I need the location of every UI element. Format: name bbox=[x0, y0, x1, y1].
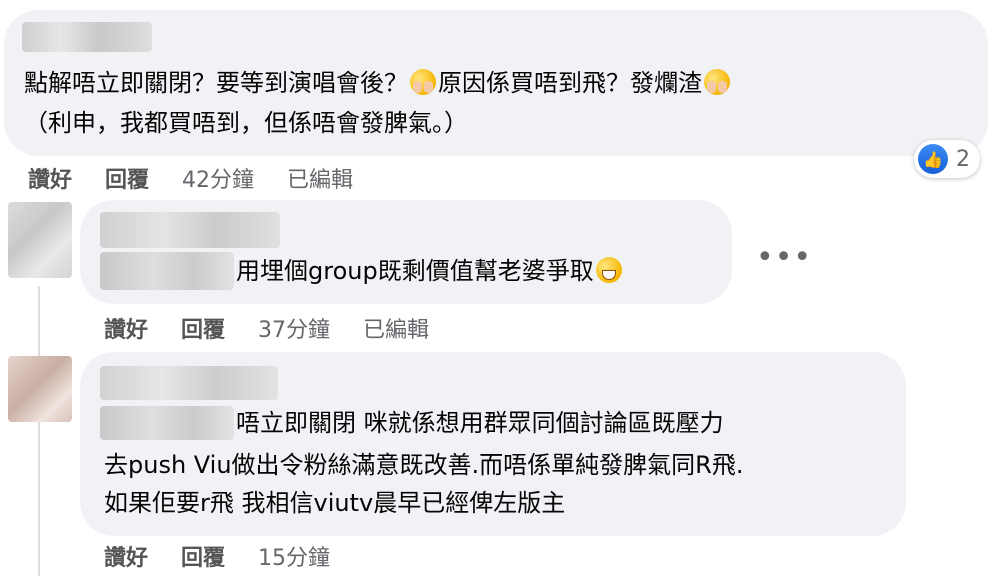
comment-3-text-line3: 如果佢要r飛 我相信viutv晨早已經俾左版主 bbox=[104, 489, 566, 517]
avatar[interactable] bbox=[8, 202, 72, 278]
comment-2-text-line1: 用埋個group既剩價值幫老婆爭取 bbox=[236, 252, 624, 290]
comment-3-actions: 讚好 回覆 15分鐘 bbox=[104, 540, 356, 572]
reply-button[interactable]: 回覆 bbox=[181, 318, 225, 343]
author-name-redacted[interactable] bbox=[100, 366, 278, 400]
comment-3-text-line1: 唔立即關閉 咪就係想用群眾同個討論區既壓力 bbox=[236, 409, 724, 437]
shy-emoji-icon bbox=[704, 69, 730, 95]
like-button[interactable]: 讚好 bbox=[28, 168, 72, 193]
reaction-count: 2 bbox=[956, 146, 970, 172]
author-name-redacted[interactable] bbox=[100, 212, 280, 248]
edited-label: 已編輯 bbox=[287, 168, 354, 193]
reaction-summary[interactable]: 👍 2 bbox=[914, 140, 980, 178]
comment-1-actions: 讚好 回覆 42分鐘 已編輯 bbox=[28, 162, 379, 194]
mention-redacted[interactable] bbox=[100, 406, 234, 440]
thumbs-up-icon: 👍 bbox=[918, 144, 948, 174]
mention-redacted[interactable] bbox=[100, 252, 234, 290]
comment-2-text: 用埋個group既剩價值幫老婆爭取 bbox=[236, 257, 594, 285]
comment-3-text-line2: 去push Viu做出令粉絲滿意既改善.而唔係單純發脾氣同R飛. bbox=[104, 451, 744, 479]
more-options-icon[interactable]: ••• bbox=[756, 240, 812, 275]
edited-label: 已編輯 bbox=[363, 318, 430, 343]
timestamp[interactable]: 37分鐘 bbox=[258, 318, 330, 343]
reply-button[interactable]: 回覆 bbox=[105, 168, 149, 193]
tears-of-joy-emoji-icon bbox=[595, 257, 622, 283]
comment-1-text-b: 原因係買唔到飛？發爛渣 bbox=[438, 69, 702, 97]
thread-line bbox=[38, 286, 40, 576]
comment-1-text-a: 點解唔立即關閉？要等到演唱會後？ bbox=[24, 69, 408, 97]
comment-1-text-line1: 點解唔立即關閉？要等到演唱會後？ 原因係買唔到飛？發爛渣 bbox=[24, 64, 732, 102]
comment-2-actions: 讚好 回覆 37分鐘 已編輯 bbox=[104, 312, 455, 344]
like-button[interactable]: 讚好 bbox=[104, 318, 148, 343]
reply-button[interactable]: 回覆 bbox=[181, 546, 225, 571]
like-button[interactable]: 讚好 bbox=[104, 546, 148, 571]
shy-emoji-icon bbox=[410, 69, 436, 95]
timestamp[interactable]: 42分鐘 bbox=[182, 168, 254, 193]
author-name-redacted[interactable] bbox=[22, 22, 152, 52]
timestamp[interactable]: 15分鐘 bbox=[258, 546, 330, 571]
avatar[interactable] bbox=[8, 356, 72, 422]
comment-1-text-line2: （利申，我都買唔到，但係唔會發脾氣。） bbox=[24, 109, 468, 137]
